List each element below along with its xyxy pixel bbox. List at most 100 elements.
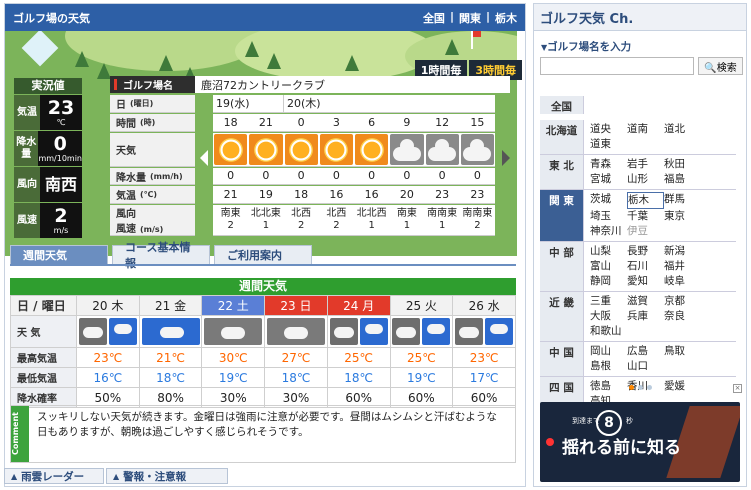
golf-course-name: 鹿沼72カントリークラブ — [195, 76, 510, 93]
prefecture-link[interactable]: 宮城 — [590, 172, 627, 187]
prefecture-link[interactable]: 三重 — [590, 294, 627, 309]
weather-label: 天気 — [110, 133, 195, 167]
comment-text-line2: 日もありますが、朝晩は過ごしやすく感じられそうです。 — [37, 426, 309, 438]
search-input[interactable] — [540, 57, 694, 75]
wind-speed: 2 — [227, 220, 234, 231]
prefecture-link[interactable]: 道北 — [664, 122, 701, 137]
prefecture-link[interactable]: 京都 — [664, 294, 701, 309]
prefecture-link[interactable]: 鳥取 — [664, 344, 701, 359]
weekly-min: 19℃ — [389, 367, 454, 388]
prefecture-link[interactable]: 山形 — [627, 172, 664, 187]
cloudy-icon — [460, 134, 494, 165]
weekly-day: 24 月 — [326, 295, 391, 316]
prefecture-link[interactable]: 愛媛 — [664, 379, 701, 394]
cloudy-icon — [264, 315, 328, 348]
prefecture-link[interactable]: 岡山 — [590, 344, 627, 359]
forecast-time: 9 — [403, 115, 411, 129]
prefecture-link[interactable]: 滋賀 — [627, 294, 664, 309]
prefecture-link[interactable]: 石川 — [627, 259, 664, 274]
weekly-min: 17℃ — [452, 367, 516, 388]
prefecture-link[interactable]: 長野 — [627, 244, 664, 259]
prefecture-link[interactable]: 道東 — [590, 137, 627, 152]
region-name[interactable]: 全国 — [540, 96, 584, 114]
prefecture-link[interactable]: 新潟 — [664, 244, 701, 259]
prefecture-link[interactable]: 大阪 — [590, 309, 627, 324]
breadcrumb-separator: | — [485, 9, 490, 23]
breadcrumb-national[interactable]: 全国 — [423, 10, 445, 26]
prefecture-link[interactable]: 伊豆 — [627, 224, 664, 239]
prefecture-link[interactable]: 徳島 — [590, 379, 627, 394]
tab-course-info[interactable]: コース基本情報 — [112, 241, 210, 270]
temp-row: 21 19 18 16 16 20 23 23 — [213, 186, 495, 204]
current-wind-speed-value: 2 — [54, 205, 68, 227]
warnings-link[interactable]: ▲ 警報・注意報 — [106, 468, 228, 484]
prefecture-link[interactable]: 山口 — [627, 359, 664, 374]
rain-radar-link[interactable]: ▲ 雨雲レーダー — [4, 468, 104, 484]
region-name[interactable]: 近 畿 — [540, 292, 584, 341]
prefecture-link[interactable]: 福島 — [664, 172, 701, 187]
prev-arrow-icon[interactable] — [200, 150, 208, 166]
search-button[interactable]: 🔍検索 — [698, 57, 743, 75]
prefecture-link[interactable]: 奈良 — [664, 309, 701, 324]
forecast-comment: Comment スッキリしない天気が続きます。金曜日は強雨に注意が必要です。昼間… — [10, 405, 516, 463]
current-wind-speed-row: 風速 2 m/s — [14, 203, 82, 238]
prefecture-link[interactable]: 東京 — [664, 209, 701, 224]
prefecture-link[interactable]: 青森 — [590, 157, 627, 172]
wind-row: 南東 2 北北東 1 北西 2 北西 2 北北西 1 南東 1 南南東 1 南南東 2 — [213, 205, 495, 236]
region-row: 関 東茨城 栃木 群馬埼玉 千葉 東京神奈川 伊豆 — [540, 190, 736, 242]
forecast-rain: 0 — [227, 169, 235, 182]
prefecture-link[interactable]: 岩手 — [627, 157, 664, 172]
comment-text-line1: スッキリしない天気が続きます。金曜日は強雨に注意が必要です。昼間はムシムシと汗ば… — [37, 411, 497, 423]
prefecture-link[interactable]: 群馬 — [664, 192, 701, 209]
forecast-rain: 0 — [332, 169, 340, 182]
prefecture-link[interactable]: 道央 — [590, 122, 627, 137]
forecast-rain: 0 — [368, 169, 376, 182]
breadcrumb-kanto[interactable]: 関東 — [459, 10, 481, 26]
prefecture-link[interactable]: 島根 — [590, 359, 627, 374]
forecast-temp: 21 — [223, 187, 238, 201]
weekly-day: 25 火 — [389, 295, 454, 316]
search-label: ▼ゴルフ場名を入力 — [541, 41, 632, 53]
weekly-day: 22 土 — [201, 295, 266, 316]
prefecture-link[interactable]: 兵庫 — [627, 309, 664, 324]
wind-speed: 1 — [403, 220, 411, 231]
forecast-temp: 16 — [364, 187, 379, 201]
region-name[interactable]: 中 部 — [540, 242, 584, 291]
banner-countdown-suffix: 秒 — [626, 417, 633, 425]
prefecture-link[interactable]: 秋田 — [664, 157, 701, 172]
current-conditions: 実況値 気温 23 ℃ 降水量 0 mm/10min 風向 南西 風速 2 m/s — [14, 78, 82, 238]
region-name[interactable]: 関 東 — [540, 190, 584, 241]
prefecture-link[interactable]: 茨城 — [590, 192, 627, 209]
region-name[interactable]: 中 国 — [540, 342, 584, 376]
tab-usage-guide[interactable]: ご利用案内 — [214, 245, 312, 264]
prefecture-link[interactable]: 広島 — [627, 344, 664, 359]
prefecture-link[interactable]: 富山 — [590, 259, 627, 274]
cloudy-rain-icon — [76, 315, 140, 348]
close-icon[interactable]: × — [733, 384, 742, 393]
current-rain-unit: mm/10min — [38, 154, 82, 163]
prefecture-link[interactable]: 栃木 — [627, 192, 664, 209]
prefecture-link[interactable]: 山梨 — [590, 244, 627, 259]
prefecture-link[interactable]: 静岡 — [590, 274, 627, 289]
breadcrumb-tochigi[interactable]: 栃木 — [495, 10, 517, 26]
info-tabs: 週間天気 コース基本情報 ご利用案内 — [10, 241, 312, 270]
wind-dir: 北北西 — [356, 208, 387, 219]
region-name[interactable]: 北海道 — [540, 120, 584, 154]
weekly-day: 26 水 — [452, 295, 516, 316]
prefecture-link[interactable]: 愛知 — [627, 274, 664, 289]
forecast-wind: 北北西 1 — [354, 205, 389, 235]
earthquake-alert-banner[interactable]: 到達まで 8 秒 揺れる前に知る — [540, 402, 740, 482]
current-wind-dir-label: 風向 — [14, 167, 40, 202]
current-temp-row: 気温 23 ℃ — [14, 95, 82, 130]
tab-weekly[interactable]: 週間天気 — [10, 245, 108, 264]
region-name[interactable]: 東 北 — [540, 155, 584, 189]
prefecture-link[interactable]: 道南 — [627, 122, 664, 137]
prefecture-link[interactable]: 神奈川 — [590, 224, 627, 239]
prefecture-link[interactable]: 岐阜 — [664, 274, 701, 289]
prefecture-link[interactable]: 埼玉 — [590, 209, 627, 224]
prefecture-link[interactable]: 和歌山 — [590, 324, 627, 339]
prefecture-link[interactable]: 福井 — [664, 259, 701, 274]
prefecture-link[interactable]: 千葉 — [627, 209, 664, 224]
next-arrow-icon[interactable] — [502, 150, 510, 166]
forecast-time: 6 — [368, 115, 376, 129]
